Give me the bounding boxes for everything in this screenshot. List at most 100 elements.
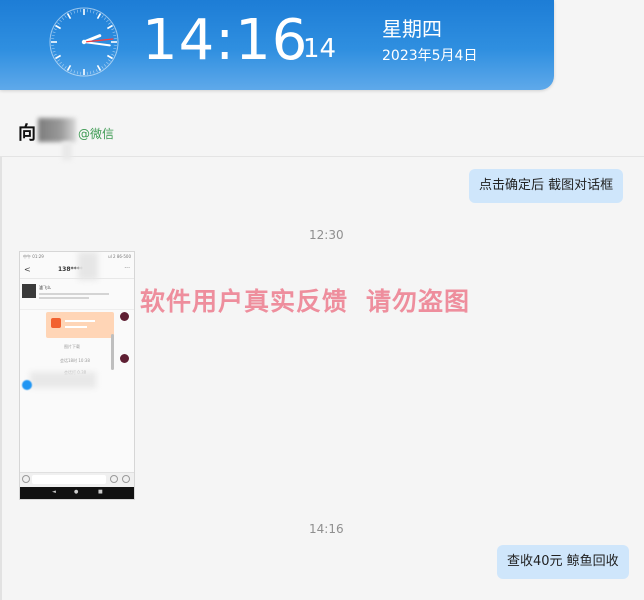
clock-tick: [89, 9, 92, 13]
clock-tick: [95, 11, 98, 15]
clock-tick: [55, 24, 62, 30]
phone-status-right: ul 2 86-500: [108, 254, 131, 259]
clock-tick: [96, 13, 102, 20]
clock-tick: [57, 59, 60, 62]
clock-tick: [70, 69, 73, 73]
clock-tick: [53, 53, 57, 56]
clock-banner: 14:16 14 星期四 2023年5月4日: [0, 0, 554, 90]
phone-nav-home-icon: ●: [74, 489, 79, 495]
phone-card-line: [39, 297, 89, 299]
phone-divider: [20, 309, 134, 310]
clock-tick: [106, 61, 109, 65]
phone-input-bar: [20, 472, 134, 487]
clock-tick: [106, 54, 113, 60]
phone-card-line: [39, 293, 109, 295]
phone-red-packet-line: [65, 320, 95, 322]
clock-tick: [64, 15, 67, 18]
message-timestamp: 12:30: [309, 228, 344, 242]
phone-card-text: 瀘飞么: [39, 285, 51, 290]
clock-tick: [76, 71, 79, 75]
clock-tick: [73, 70, 76, 74]
clock-tick: [101, 15, 104, 18]
clock-tick: [70, 11, 73, 15]
phone-voice-icon: [22, 475, 30, 483]
clock-tick: [112, 31, 116, 34]
clock-date: 2023年5月4日: [382, 48, 478, 64]
clock-tick: [106, 19, 109, 23]
clock-tick: [108, 59, 111, 62]
watermark-part-1: 软件用户真实反馈: [140, 287, 349, 316]
watermark-text: 软件用户真实反馈 请勿盗图: [140, 282, 470, 318]
clock-tick: [106, 24, 113, 30]
chat-header: 向 @微信: [0, 90, 644, 160]
clock-tick: [111, 53, 115, 56]
clock-tick: [112, 50, 116, 53]
clock-tick: [101, 66, 104, 69]
clock-tick: [55, 54, 62, 60]
clock-tick: [66, 64, 72, 71]
phone-status-bar: 中午 01:29 ul 2 86-500: [20, 252, 134, 261]
clock-tick: [113, 47, 117, 50]
clock-tick: [59, 19, 62, 23]
clock-weekday: 星期四: [382, 17, 442, 41]
message-bubble-outgoing[interactable]: 点击确定后 截图对话框: [469, 169, 624, 203]
phone-scrollbar: [111, 334, 114, 370]
phone-status-left: 中午 01:29: [23, 254, 44, 259]
clock-tick: [92, 10, 95, 14]
phone-plus-icon: [122, 475, 130, 483]
clock-tick: [53, 28, 57, 31]
contact-name-redaction: [38, 118, 76, 142]
clock-tick: [108, 22, 111, 25]
clock-tick: [64, 66, 67, 69]
phone-more-icon: ···: [124, 265, 130, 272]
clock-tick: [51, 47, 55, 50]
clock-tick: [66, 13, 72, 20]
phone-system-text: 会话18时 10:38: [60, 358, 90, 363]
clock-tick: [113, 34, 117, 37]
contact-name-redaction-tail: [62, 142, 72, 160]
message-timestamp: 14:16: [309, 522, 344, 536]
phone-nav-recent-icon: ■: [98, 489, 103, 495]
phone-back-icon: <: [24, 265, 31, 274]
clock-tick: [76, 9, 79, 13]
clock-tick: [96, 64, 102, 71]
phone-system-text: 图片下载: [64, 344, 80, 349]
clock-tick: [111, 28, 115, 31]
phone-nav-back-icon: ◄: [52, 489, 56, 495]
clock-tick: [95, 69, 98, 73]
contact-source-tag: @微信: [78, 127, 115, 141]
phone-card-thumbnail: [22, 284, 36, 298]
clock-tick: [103, 17, 107, 20]
clock-time: 14:16: [142, 8, 309, 73]
clock-seconds: 14: [303, 34, 337, 64]
phone-blue-icon: [22, 380, 32, 390]
phone-redaction: [30, 372, 96, 388]
phone-avatar: [120, 354, 129, 363]
phone-input-box: [32, 475, 106, 484]
phone-title-bar: < 138**** ···: [20, 262, 134, 279]
analog-clock-icon: [49, 7, 119, 77]
phone-red-packet-bubble: [46, 312, 114, 338]
clock-tick: [89, 71, 92, 75]
clock-tick: [52, 31, 56, 34]
clock-tick: [73, 10, 76, 14]
message-bubble-outgoing[interactable]: 查收40元 鲸鱼回收: [497, 545, 629, 579]
phone-red-packet-icon: [51, 318, 61, 328]
phone-emoji-icon: [110, 475, 118, 483]
left-border: [0, 90, 2, 600]
clock-tick: [59, 61, 62, 65]
clock-tick: [92, 70, 95, 74]
clock-tick: [52, 50, 56, 53]
watermark-part-2: 请勿盗图: [366, 287, 471, 316]
phone-shared-card: 瀘飞么: [22, 284, 114, 300]
screenshot-image-message[interactable]: 中午 01:29 ul 2 86-500 < 138**** ··· 瀘飞么 图…: [19, 251, 135, 500]
clock-tick: [57, 22, 60, 25]
phone-avatar: [120, 312, 129, 321]
clock-tick: [51, 34, 55, 37]
phone-redaction: [78, 252, 98, 280]
clock-tick: [103, 64, 107, 67]
clock-tick: [61, 64, 65, 67]
contact-name[interactable]: 向: [18, 119, 36, 145]
phone-red-packet-line: [65, 326, 87, 328]
phone-nav-bar: ◄ ● ■: [20, 487, 134, 499]
